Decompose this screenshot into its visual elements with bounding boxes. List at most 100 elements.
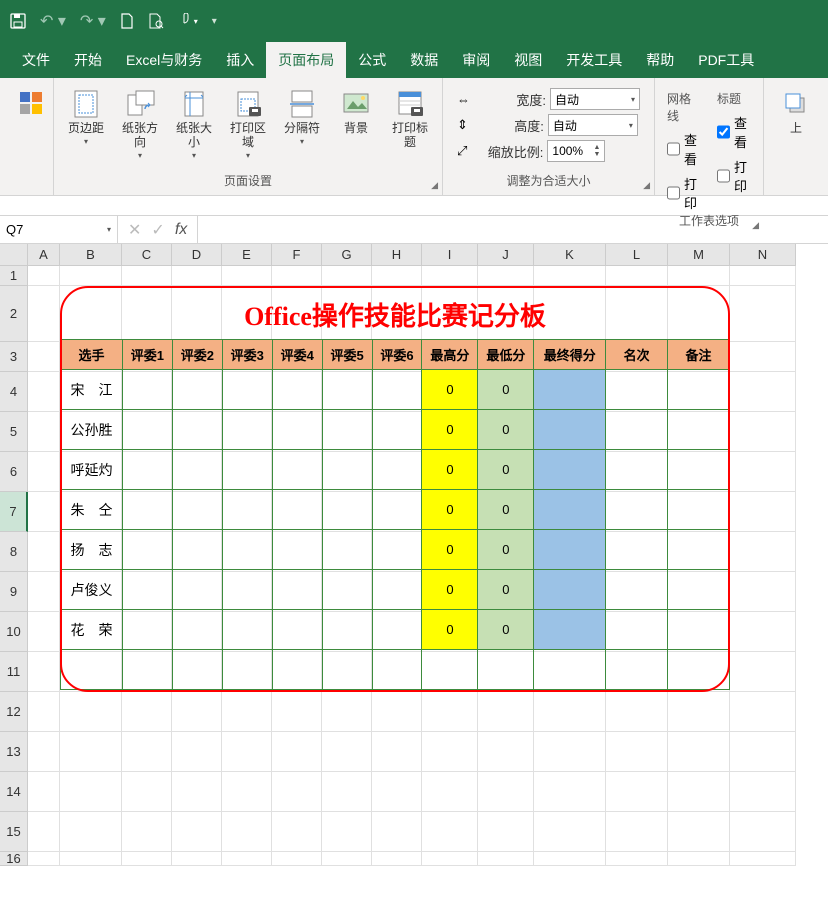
contestant-name[interactable]: 公孙胜: [61, 410, 123, 450]
judge-score-cell[interactable]: [222, 490, 272, 530]
judge-score-cell[interactable]: [272, 370, 322, 410]
row-header-3[interactable]: 3: [0, 342, 28, 372]
judge-score-cell[interactable]: [122, 370, 172, 410]
row-header-12[interactable]: 12: [0, 692, 28, 732]
name-box[interactable]: Q7▾: [0, 216, 118, 243]
row-header-11[interactable]: 11: [0, 652, 28, 692]
headings-print-checkbox[interactable]: 打印: [717, 157, 751, 195]
col-header-B[interactable]: B: [60, 244, 122, 266]
judge-score-cell[interactable]: [222, 530, 272, 570]
judge-score-cell[interactable]: [322, 370, 372, 410]
empty-cell[interactable]: [422, 650, 478, 690]
redo-icon[interactable]: ↷ ▾: [80, 11, 106, 31]
scale-spinner[interactable]: 100%▲▼: [547, 140, 605, 162]
print-titles-button[interactable]: 打印标题: [386, 84, 434, 172]
final-score-cell[interactable]: [534, 450, 606, 490]
min-score-cell[interactable]: 0: [478, 570, 534, 610]
scale-launcher-icon[interactable]: ◢: [643, 180, 650, 191]
col-header-N[interactable]: N: [730, 244, 796, 266]
row-headers[interactable]: 12345678910111213141516: [0, 266, 28, 866]
max-score-cell[interactable]: 0: [422, 610, 478, 650]
orientation-button[interactable]: 纸张方向▾: [116, 84, 164, 172]
confirm-icon[interactable]: ✓: [151, 220, 164, 240]
judge-score-cell[interactable]: [372, 570, 422, 610]
final-score-cell[interactable]: [534, 410, 606, 450]
gridlines-view-checkbox[interactable]: 查看: [667, 130, 701, 168]
remark-cell[interactable]: [668, 410, 730, 450]
judge-score-cell[interactable]: [122, 490, 172, 530]
judge-score-cell[interactable]: [372, 530, 422, 570]
empty-cell[interactable]: [61, 650, 123, 690]
rank-cell[interactable]: [606, 410, 668, 450]
judge-score-cell[interactable]: [372, 610, 422, 650]
remark-cell[interactable]: [668, 370, 730, 410]
empty-cell[interactable]: [606, 650, 668, 690]
contestant-name[interactable]: 宋 江: [61, 370, 123, 410]
col-header-I[interactable]: I: [422, 244, 478, 266]
min-score-cell[interactable]: 0: [478, 530, 534, 570]
row-header-15[interactable]: 15: [0, 812, 28, 852]
remark-cell[interactable]: [668, 490, 730, 530]
judge-score-cell[interactable]: [222, 450, 272, 490]
fx-icon[interactable]: fx: [175, 221, 187, 239]
tab-开始[interactable]: 开始: [62, 42, 114, 78]
breaks-button[interactable]: 分隔符▾: [278, 84, 326, 172]
judge-score-cell[interactable]: [322, 410, 372, 450]
rank-cell[interactable]: [606, 530, 668, 570]
page-setup-launcher-icon[interactable]: ◢: [431, 180, 438, 191]
judge-score-cell[interactable]: [172, 610, 222, 650]
judge-score-cell[interactable]: [372, 490, 422, 530]
tab-文件[interactable]: 文件: [10, 42, 62, 78]
judge-score-cell[interactable]: [122, 610, 172, 650]
judge-score-cell[interactable]: [172, 490, 222, 530]
width-combo[interactable]: 自动▾: [550, 88, 640, 110]
judge-score-cell[interactable]: [122, 530, 172, 570]
margins-button[interactable]: 页边距▾: [62, 84, 110, 172]
empty-cell[interactable]: [172, 650, 222, 690]
empty-cell[interactable]: [534, 650, 606, 690]
contestant-name[interactable]: 花 荣: [61, 610, 123, 650]
max-score-cell[interactable]: 0: [422, 490, 478, 530]
final-score-cell[interactable]: [534, 490, 606, 530]
new-file-icon[interactable]: [120, 13, 134, 29]
print-preview-icon[interactable]: [148, 13, 164, 29]
judge-score-cell[interactable]: [272, 530, 322, 570]
col-header-C[interactable]: C: [122, 244, 172, 266]
rank-cell[interactable]: [606, 610, 668, 650]
tab-开发工具[interactable]: 开发工具: [554, 42, 634, 78]
judge-score-cell[interactable]: [172, 570, 222, 610]
tab-公式[interactable]: 公式: [346, 42, 398, 78]
judge-score-cell[interactable]: [172, 370, 222, 410]
judge-score-cell[interactable]: [322, 490, 372, 530]
themes-button[interactable]: [8, 84, 56, 189]
contestant-name[interactable]: 卢俊义: [61, 570, 123, 610]
tab-数据[interactable]: 数据: [398, 42, 450, 78]
col-header-E[interactable]: E: [222, 244, 272, 266]
min-score-cell[interactable]: 0: [478, 410, 534, 450]
judge-score-cell[interactable]: [222, 370, 272, 410]
final-score-cell[interactable]: [534, 530, 606, 570]
judge-score-cell[interactable]: [322, 450, 372, 490]
contestant-name[interactable]: 朱 仝: [61, 490, 123, 530]
tab-帮助[interactable]: 帮助: [634, 42, 686, 78]
max-score-cell[interactable]: 0: [422, 370, 478, 410]
empty-cell[interactable]: [668, 650, 730, 690]
judge-score-cell[interactable]: [372, 410, 422, 450]
row-header-2[interactable]: 2: [0, 286, 28, 342]
bring-forward-button[interactable]: 上: [772, 84, 820, 189]
judge-score-cell[interactable]: [372, 450, 422, 490]
judge-score-cell[interactable]: [272, 490, 322, 530]
empty-cell[interactable]: [122, 650, 172, 690]
col-header-K[interactable]: K: [534, 244, 606, 266]
min-score-cell[interactable]: 0: [478, 490, 534, 530]
judge-score-cell[interactable]: [222, 410, 272, 450]
col-header-H[interactable]: H: [372, 244, 422, 266]
max-score-cell[interactable]: 0: [422, 450, 478, 490]
judge-score-cell[interactable]: [372, 370, 422, 410]
row-header-5[interactable]: 5: [0, 412, 28, 452]
row-header-8[interactable]: 8: [0, 532, 28, 572]
row-header-4[interactable]: 4: [0, 372, 28, 412]
row-header-6[interactable]: 6: [0, 452, 28, 492]
undo-icon[interactable]: ↶ ▾: [40, 11, 66, 31]
column-headers[interactable]: ABCDEFGHIJKLMN: [28, 244, 796, 266]
